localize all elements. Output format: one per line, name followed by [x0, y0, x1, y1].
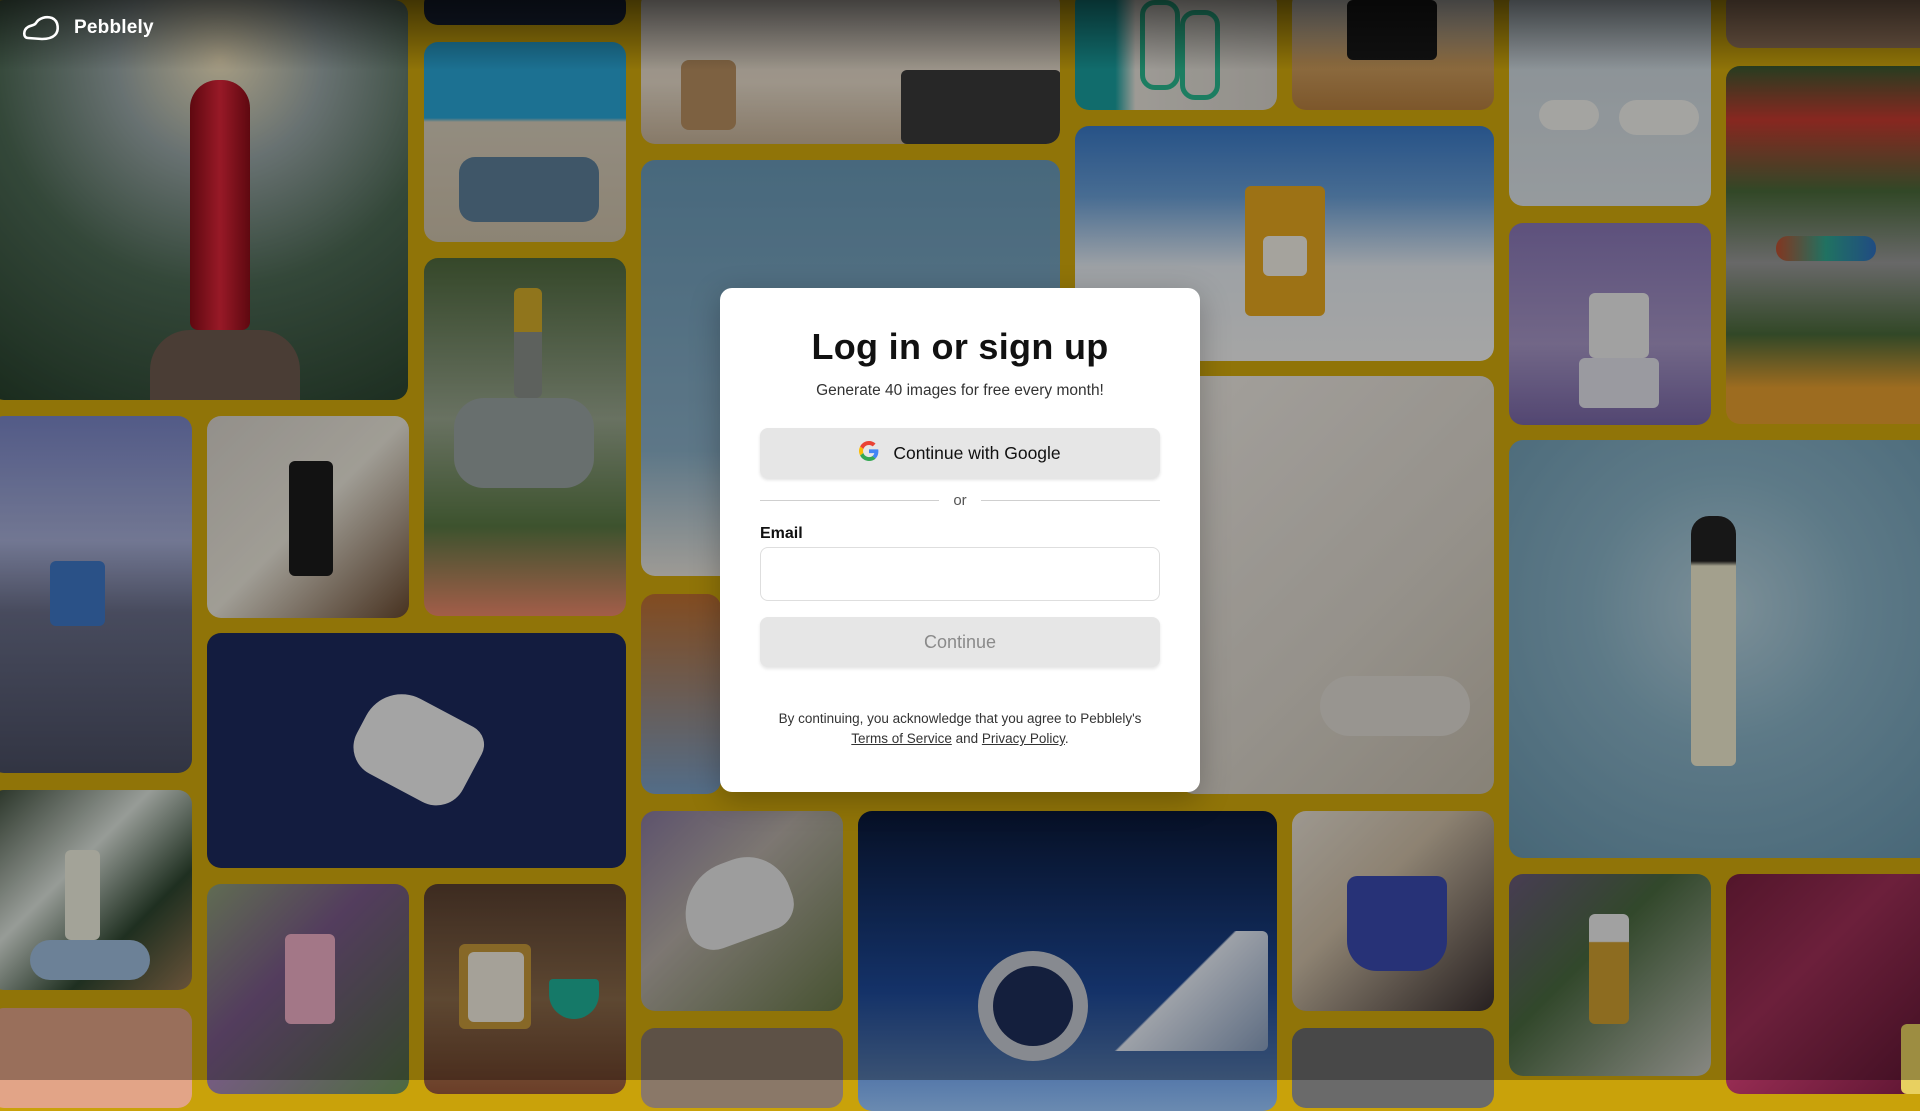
continue-button[interactable]: Continue [760, 617, 1160, 667]
divider-text: or [953, 492, 967, 509]
tile-tea-club [424, 884, 626, 1094]
tile-nail-polish-flowers [424, 258, 626, 616]
tile-lotion-monstera [0, 790, 192, 990]
or-divider: or [760, 492, 1160, 509]
divider-line-right [980, 500, 1160, 501]
legal-suffix: . [1064, 731, 1069, 746]
continue-with-google-button[interactable]: Continue with Google [760, 428, 1160, 478]
legal-conjunction: and [955, 731, 979, 746]
tile-wine-water [1509, 440, 1920, 858]
tile-burgundy-fabric [1726, 874, 1920, 1094]
divider-line-left [760, 500, 940, 501]
brand-name: Pebblely [74, 17, 154, 38]
tile-white-pebbles [1509, 0, 1711, 206]
tile-living-room [1180, 376, 1494, 794]
tile-sprout [641, 1028, 843, 1108]
tile-white-sneaker [207, 633, 626, 868]
tile-pink-perfume-flowers [207, 884, 409, 1094]
tile-wristwatch [858, 811, 1277, 1111]
tile-black-perfume-lilies [207, 416, 409, 618]
tile-peach-product [0, 1008, 192, 1108]
tile-gray-interior [1292, 1028, 1494, 1108]
modal-title: Log in or sign up [811, 326, 1109, 367]
legal-prefix: By continuing, you acknowledge that you … [778, 711, 1142, 726]
tile-blue-jar-mountain [0, 416, 192, 773]
google-button-label: Continue with Google [893, 442, 1061, 463]
privacy-policy-link[interactable]: Privacy Policy [982, 731, 1065, 746]
modal-subtitle: Generate 40 images for free every month! [816, 382, 1104, 399]
tile-interior-chair [641, 0, 1060, 144]
tile-skii-serum [0, 0, 408, 400]
tile-camera [1292, 0, 1494, 110]
tile-bike-helmet [641, 811, 843, 1011]
tile-bracelets-flowers [1726, 66, 1920, 424]
google-g-icon [859, 440, 879, 466]
tile-hush-jar [1509, 223, 1711, 425]
login-modal: Log in or sign up Generate 40 images for… [720, 288, 1200, 792]
tile-cast-iron-pot [1292, 811, 1494, 1011]
brand-logo-link[interactable]: Pebblely [22, 14, 154, 42]
email-input[interactable] [760, 547, 1160, 601]
legal-notice: By continuing, you acknowledge that you … [760, 709, 1160, 749]
tile-oil-dropper [1509, 874, 1711, 1076]
terms-of-service-link[interactable]: Terms of Service [851, 731, 952, 746]
tile-dark-top [424, 0, 626, 25]
tile-bruno-hotplate [424, 42, 626, 242]
pebble-cloud-icon [22, 14, 60, 42]
tile-emerald-earrings [1075, 0, 1277, 110]
email-label: Email [760, 525, 803, 542]
tile-top-right-brown [1726, 0, 1920, 48]
tile-left-edge-orange [641, 594, 721, 794]
